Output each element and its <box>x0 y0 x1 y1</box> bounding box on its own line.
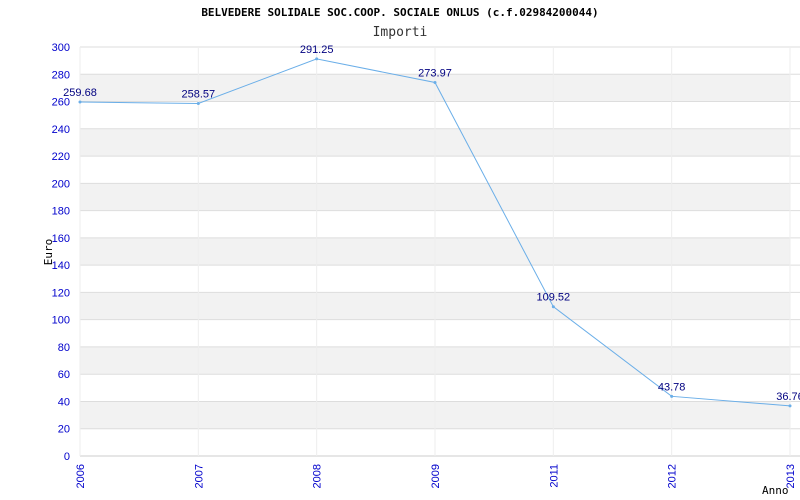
y-tick-label: 200 <box>52 178 70 190</box>
data-label: 109.52 <box>537 292 571 304</box>
y-tick-label: 240 <box>52 124 70 136</box>
data-label: 291.25 <box>300 44 334 56</box>
y-tick-label: 60 <box>58 369 70 381</box>
x-tick-label: 2006 <box>75 464 87 488</box>
line-chart: 0204060801001201401601802002202402602803… <box>42 42 800 497</box>
data-label: 259.68 <box>63 87 97 99</box>
data-point <box>551 305 555 309</box>
x-tick-label: 2007 <box>193 464 205 488</box>
data-label: 258.57 <box>182 88 216 100</box>
x-tick-label: 2012 <box>667 464 679 488</box>
x-tick-label: 2011 <box>548 464 560 488</box>
data-point <box>788 404 792 408</box>
data-point <box>315 57 319 61</box>
y-tick-label: 120 <box>52 287 70 299</box>
y-tick-label: 80 <box>58 342 70 354</box>
y-tick-label: 280 <box>52 69 70 81</box>
data-point <box>78 100 82 104</box>
y-tick-label: 100 <box>52 315 70 327</box>
y-tick-label: 180 <box>52 206 70 218</box>
data-label: 43.78 <box>658 381 686 393</box>
data-label: 273.97 <box>418 67 452 79</box>
y-axis-title: Euro <box>42 239 55 266</box>
data-point <box>433 80 437 84</box>
data-label: 36.76 <box>776 391 800 403</box>
y-tick-label: 0 <box>64 451 70 463</box>
y-tick-label: 20 <box>58 424 70 436</box>
y-tick-label: 300 <box>52 42 70 54</box>
x-tick-label: 2008 <box>312 464 324 488</box>
x-axis-title: Anno <box>762 484 789 497</box>
data-point <box>670 394 674 398</box>
x-tick-label: 2009 <box>430 464 442 488</box>
y-tick-label: 40 <box>58 396 70 408</box>
y-tick-label: 220 <box>52 151 70 163</box>
data-point <box>196 101 200 105</box>
